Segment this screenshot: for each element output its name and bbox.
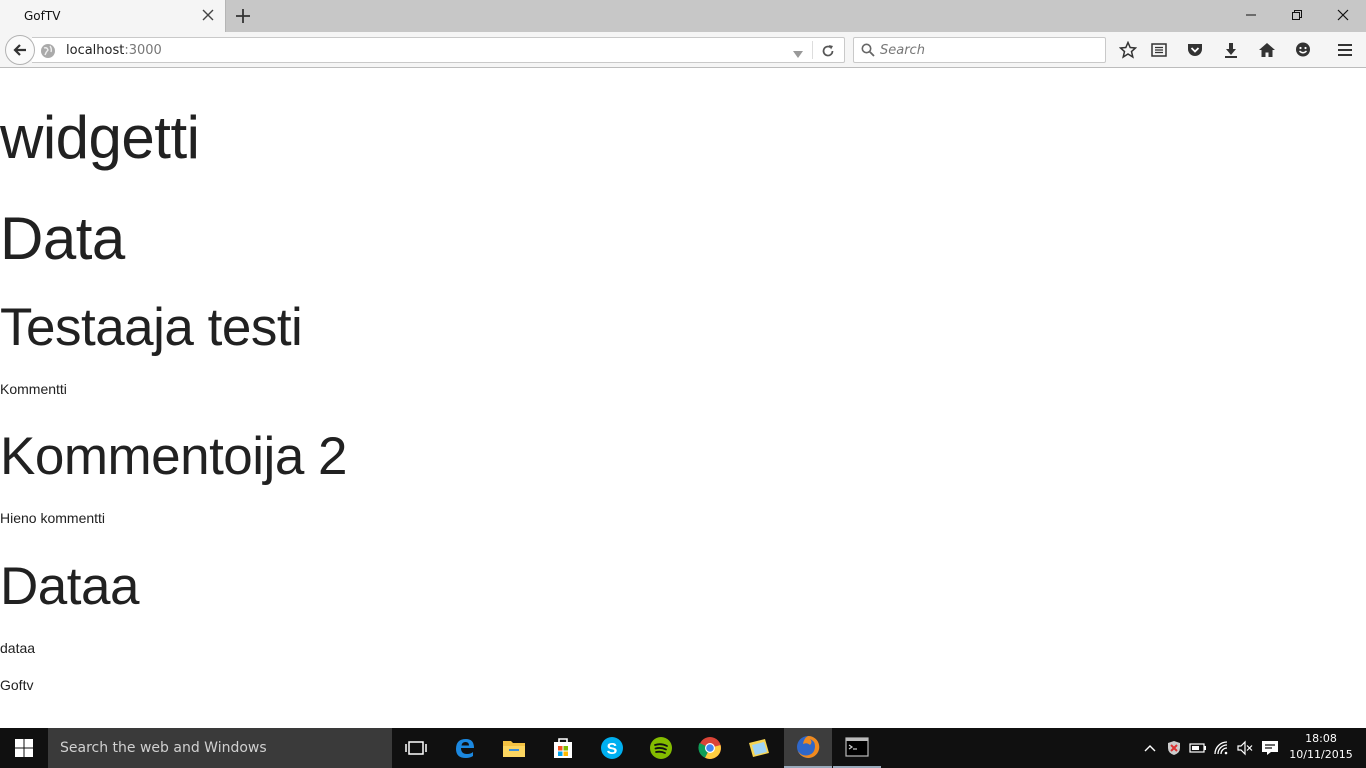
url-bar[interactable]: localhost:3000 xyxy=(32,37,845,63)
comment-text: Kommentti xyxy=(0,381,67,397)
navigation-bar: localhost:3000 Search xyxy=(0,32,1366,68)
chrome-icon[interactable] xyxy=(686,728,734,768)
wifi-icon[interactable] xyxy=(1212,738,1232,758)
menu-icon[interactable] xyxy=(1335,40,1355,60)
back-button[interactable] xyxy=(5,35,35,65)
task-view-icon[interactable] xyxy=(392,728,440,768)
command-prompt-icon[interactable] xyxy=(833,728,881,768)
security-shield-icon[interactable] xyxy=(1164,738,1184,758)
clock-time: 18:08 xyxy=(1305,732,1337,745)
data-text: dataa xyxy=(0,640,36,656)
home-icon[interactable] xyxy=(1257,40,1277,60)
window-close-icon[interactable] xyxy=(1320,0,1366,30)
firefox-icon[interactable] xyxy=(784,728,832,768)
url-text[interactable]: localhost:3000 xyxy=(66,43,162,58)
reload-icon[interactable] xyxy=(820,43,836,64)
globe-icon xyxy=(40,43,56,64)
photos-icon[interactable] xyxy=(735,728,783,768)
page-content: widgetti Data Testaaja testi Kommentti K… xyxy=(0,69,1366,728)
edge-icon[interactable] xyxy=(441,728,489,768)
search-icon xyxy=(861,43,875,62)
hello-chat-icon[interactable] xyxy=(1293,40,1313,60)
download-icon[interactable] xyxy=(1221,40,1241,60)
search-bar[interactable]: Search xyxy=(853,37,1106,63)
comment-text: Hieno kommentti xyxy=(0,510,106,526)
bookmark-star-icon[interactable] xyxy=(1118,40,1138,60)
clock[interactable]: 18:08 10/11/2015 xyxy=(1286,731,1356,763)
new-tab-icon[interactable] xyxy=(233,6,253,26)
clock-date: 10/11/2015 xyxy=(1289,748,1353,761)
title-bar: GofTV xyxy=(0,0,1366,32)
back-arrow-icon xyxy=(13,44,26,56)
reading-list-icon[interactable] xyxy=(1149,40,1169,60)
notifications-icon[interactable] xyxy=(1260,738,1280,758)
footer-text: Goftv xyxy=(0,677,34,693)
tab-title: GofTV xyxy=(24,9,61,23)
divider xyxy=(812,41,813,59)
heading-kommentoija-2: Kommentoija 2 xyxy=(0,427,348,486)
volume-muted-icon[interactable] xyxy=(1235,738,1255,758)
heading-data: Data xyxy=(0,205,125,272)
taskbar: Search the web and Windows S 18:08 10/11… xyxy=(0,728,1366,768)
dropdown-arrow-icon[interactable] xyxy=(792,46,804,64)
store-icon[interactable] xyxy=(539,728,587,768)
taskbar-search-box[interactable]: Search the web and Windows xyxy=(48,728,392,768)
close-icon[interactable] xyxy=(200,7,216,23)
pocket-icon[interactable] xyxy=(1185,40,1205,60)
heading-testaaja-testi: Testaaja testi xyxy=(0,298,303,357)
restore-icon[interactable] xyxy=(1274,0,1320,30)
battery-icon[interactable] xyxy=(1188,738,1208,758)
svg-text:S: S xyxy=(607,741,618,758)
heading-widgetti: widgetti xyxy=(0,104,200,171)
browser-tab[interactable]: GofTV xyxy=(0,0,226,32)
search-input[interactable]: Search xyxy=(880,43,925,58)
spotify-icon[interactable] xyxy=(637,728,685,768)
show-hidden-icons-icon[interactable] xyxy=(1140,738,1160,758)
heading-dataa: Dataa xyxy=(0,557,139,616)
file-explorer-icon[interactable] xyxy=(490,728,538,768)
windows-start-icon[interactable] xyxy=(0,728,48,768)
skype-icon[interactable]: S xyxy=(588,728,636,768)
taskbar-search-text[interactable]: Search the web and Windows xyxy=(60,740,267,756)
minimize-icon[interactable] xyxy=(1228,0,1274,30)
